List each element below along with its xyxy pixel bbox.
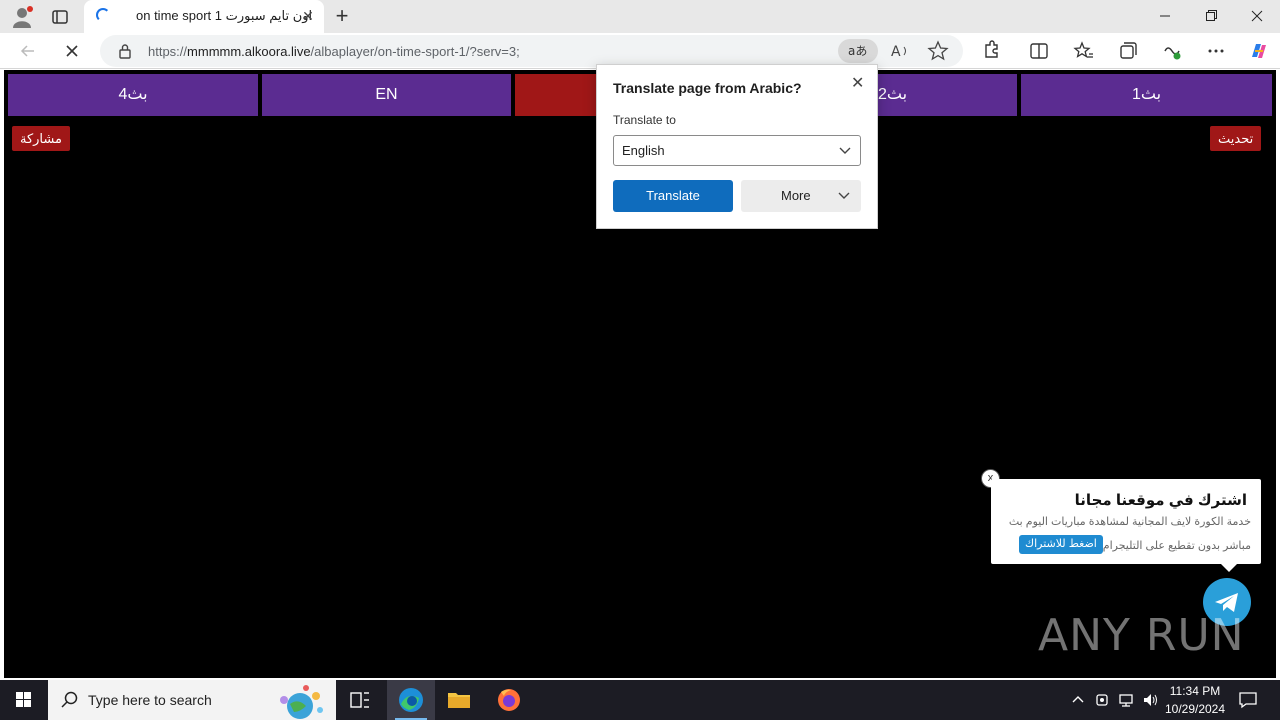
stop-loading-icon[interactable] [58,37,86,65]
chevron-down-icon [838,142,852,161]
address-bar[interactable]: https://mmmmm.alkoora.live/albaplayer/on… [100,35,963,67]
task-view-icon[interactable] [336,680,384,720]
telegram-popup-description: خدمة الكورة لايف المجانية لمشاهدة مباريا… [1008,516,1251,528]
translate-page-icon[interactable]: aあ [838,39,878,63]
chevron-up-icon[interactable] [1070,692,1086,713]
clock-date[interactable]: 10/29/2024 [1162,702,1228,716]
clock-time[interactable]: 11:34 PM [1162,684,1228,698]
chevron-down-icon [837,180,851,224]
extensions-icon[interactable] [977,37,1005,65]
search-icon [60,690,80,715]
tab-actions-icon[interactable] [48,6,72,28]
more-menu-icon[interactable] [1202,37,1230,65]
svg-text:aあ: aあ [848,44,867,58]
notifications-icon[interactable] [1238,690,1258,715]
windows-taskbar: Type here to search 11:34 PM 10/29/2024 [0,680,1280,720]
refresh-button[interactable]: تحديث [1210,126,1262,151]
telegram-popup-description-line2: مباشر بدون تقطيع على التليجرام [1102,540,1251,552]
tab-title: on time sport 1 اون تايم سبورت [136,8,313,23]
split-screen-icon[interactable] [1025,37,1053,65]
firefox-icon[interactable] [485,680,533,720]
favorite-star-icon[interactable] [926,39,950,63]
taskbar-search[interactable]: Type here to search [48,680,336,720]
share-button[interactable]: مشاركة [12,126,70,151]
telegram-popup-title: اشترك في موقعنا مجانا [1074,492,1247,509]
minimize-icon[interactable] [1142,0,1188,33]
more-button-label: More [781,188,811,203]
back-arrow-icon[interactable] [14,37,42,65]
translate-popup-title: Translate page from Arabic? [613,80,802,96]
language-select[interactable]: English [613,135,861,166]
network-icon[interactable] [1118,692,1136,713]
translate-button[interactable]: Translate [613,180,733,212]
meet-now-icon[interactable] [1094,692,1112,713]
more-button[interactable]: More [741,180,861,212]
server-button-1[interactable]: بث1 [1021,74,1272,116]
tab-close-icon[interactable]: ✕ [298,6,318,26]
search-placeholder: Type here to search [88,692,212,708]
translate-to-label: Translate to [613,113,676,127]
telegram-subscribe-popup: اشترك في موقعنا مجانا خدمة الكورة لايف ا… [991,479,1261,564]
lock-icon[interactable] [118,43,132,59]
translate-close-icon[interactable]: ✕ [851,73,864,93]
translate-popup: Translate page from Arabic? ✕ Translate … [596,64,878,229]
close-window-icon[interactable] [1234,0,1280,33]
edge-taskbar-icon[interactable] [387,680,435,720]
server-button-en[interactable]: EN [262,74,511,116]
volume-icon[interactable] [1142,692,1160,713]
language-select-value: English [622,143,665,158]
active-tab[interactable]: on time sport 1 اون تايم سبورت ✕ [84,0,324,33]
windows-start-icon[interactable] [0,680,48,720]
telegram-subscribe-button[interactable]: اضغط للاشتراك [1019,535,1103,554]
search-highlight-icon [260,682,332,725]
profile-icon[interactable] [8,4,36,30]
read-aloud-icon[interactable]: A [888,39,912,63]
file-explorer-icon[interactable] [435,680,483,720]
server-button-4[interactable]: بث4 [8,74,258,116]
collections-icon[interactable] [1114,37,1142,65]
telegram-popup-pointer [1221,564,1237,572]
restore-icon[interactable] [1188,0,1234,33]
svg-text:A: A [891,44,901,60]
browser-essentials-icon[interactable] [1158,37,1186,65]
copilot-icon[interactable] [1244,37,1272,65]
loading-spinner-icon [96,8,110,22]
favorites-icon[interactable] [1070,37,1098,65]
url-text: https://mmmmm.alkoora.live/albaplayer/on… [148,44,520,59]
new-tab-button[interactable]: + [330,2,354,30]
anyrun-watermark: ANY RUN [1038,610,1245,661]
browser-tab-strip: on time sport 1 اون تايم سبورت ✕ + [0,0,1280,33]
